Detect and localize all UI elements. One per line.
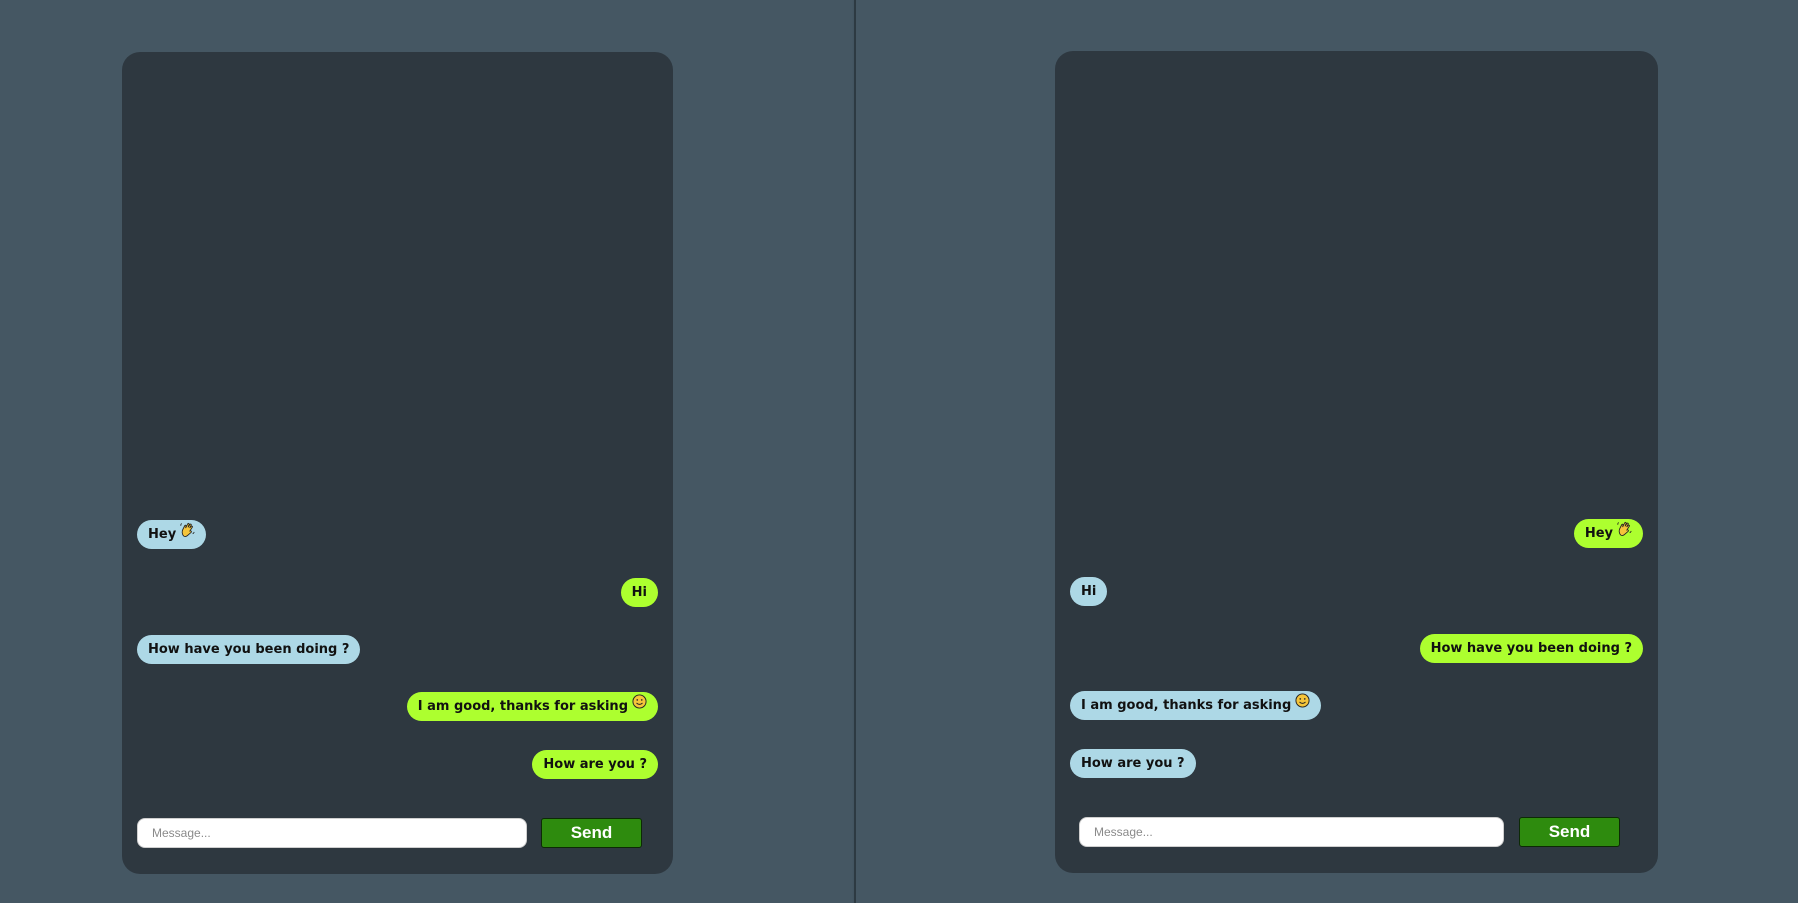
chat-panel: Hey Hi How have you been doing ? I am go…	[122, 52, 673, 874]
message-text: I am good, thanks for asking	[417, 699, 628, 714]
message-bubble: How are you ?	[1070, 749, 1196, 778]
message-input[interactable]	[137, 818, 527, 848]
message-text: I am good, thanks for asking	[1081, 698, 1292, 713]
message-text: How have you been doing ?	[148, 642, 350, 657]
message-composer: Send	[122, 817, 673, 849]
message-bubble: I am good, thanks for asking	[1070, 690, 1322, 720]
message-bubble: I am good, thanks for asking	[406, 691, 658, 721]
message-text: Hi	[1081, 584, 1097, 599]
left-chat-window: Hey Hi How have you been doing ? I am go…	[0, 0, 854, 903]
send-button[interactable]: Send	[1519, 817, 1620, 847]
message-text: Hey	[1584, 526, 1613, 541]
message-bubble: How are you ?	[532, 750, 658, 779]
message-text: How have you been doing ?	[1430, 641, 1632, 656]
waving-hand-icon	[1617, 518, 1632, 547]
message-text: How are you ?	[543, 757, 647, 772]
message-bubble: Hi	[1070, 577, 1108, 606]
message-text: Hey	[148, 527, 177, 542]
message-bubble: Hey	[137, 519, 207, 549]
message-input[interactable]	[1079, 817, 1504, 847]
message-bubble: Hey	[1573, 518, 1643, 548]
send-button[interactable]: Send	[541, 818, 642, 848]
waving-hand-icon	[180, 519, 195, 548]
message-text: How are you ?	[1081, 756, 1185, 771]
smiley-icon	[632, 691, 647, 720]
message-text: Hi	[631, 585, 647, 600]
message-bubble: Hi	[620, 578, 658, 607]
message-bubble: How have you been doing ?	[1419, 634, 1643, 663]
chat-panel: Hey Hi How have you been doing ? I am go…	[1055, 51, 1658, 873]
right-chat-window: Hey Hi How have you been doing ? I am go…	[856, 0, 1798, 903]
message-bubble: How have you been doing ?	[137, 635, 361, 664]
smiley-icon	[1295, 690, 1310, 719]
message-composer: Send	[1055, 816, 1658, 848]
